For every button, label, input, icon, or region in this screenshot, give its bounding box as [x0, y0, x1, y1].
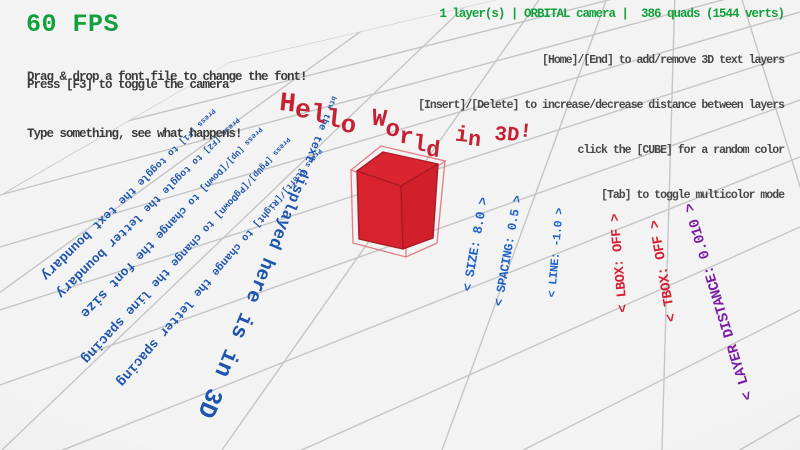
render-canvas[interactable]: Press [F1] to toggle the text boundary P…	[0, 0, 800, 450]
help-right: [Home]/[End] to add/remove 3D text layer…	[418, 23, 784, 233]
status-bar: 1 layer(s) | ORBITAL camera | 386 quads …	[439, 7, 784, 21]
help-right-line-4: [Tab] to toggle multicolor mode	[418, 188, 784, 203]
help-right-line-1: [Home]/[End] to add/remove 3D text layer…	[418, 53, 784, 68]
help-right-line-3: click the [CUBE] for a random color	[418, 143, 784, 158]
help-left: Drag & drop a font file to change the fo…	[27, 30, 307, 182]
help-left-line-2: Type something, see what happens!	[27, 125, 307, 144]
help-right-line-2: [Insert]/[Delete] to increase/decrease d…	[418, 98, 784, 113]
camera-toggle-hint: Press [F3] to toggle the camera	[27, 78, 229, 92]
